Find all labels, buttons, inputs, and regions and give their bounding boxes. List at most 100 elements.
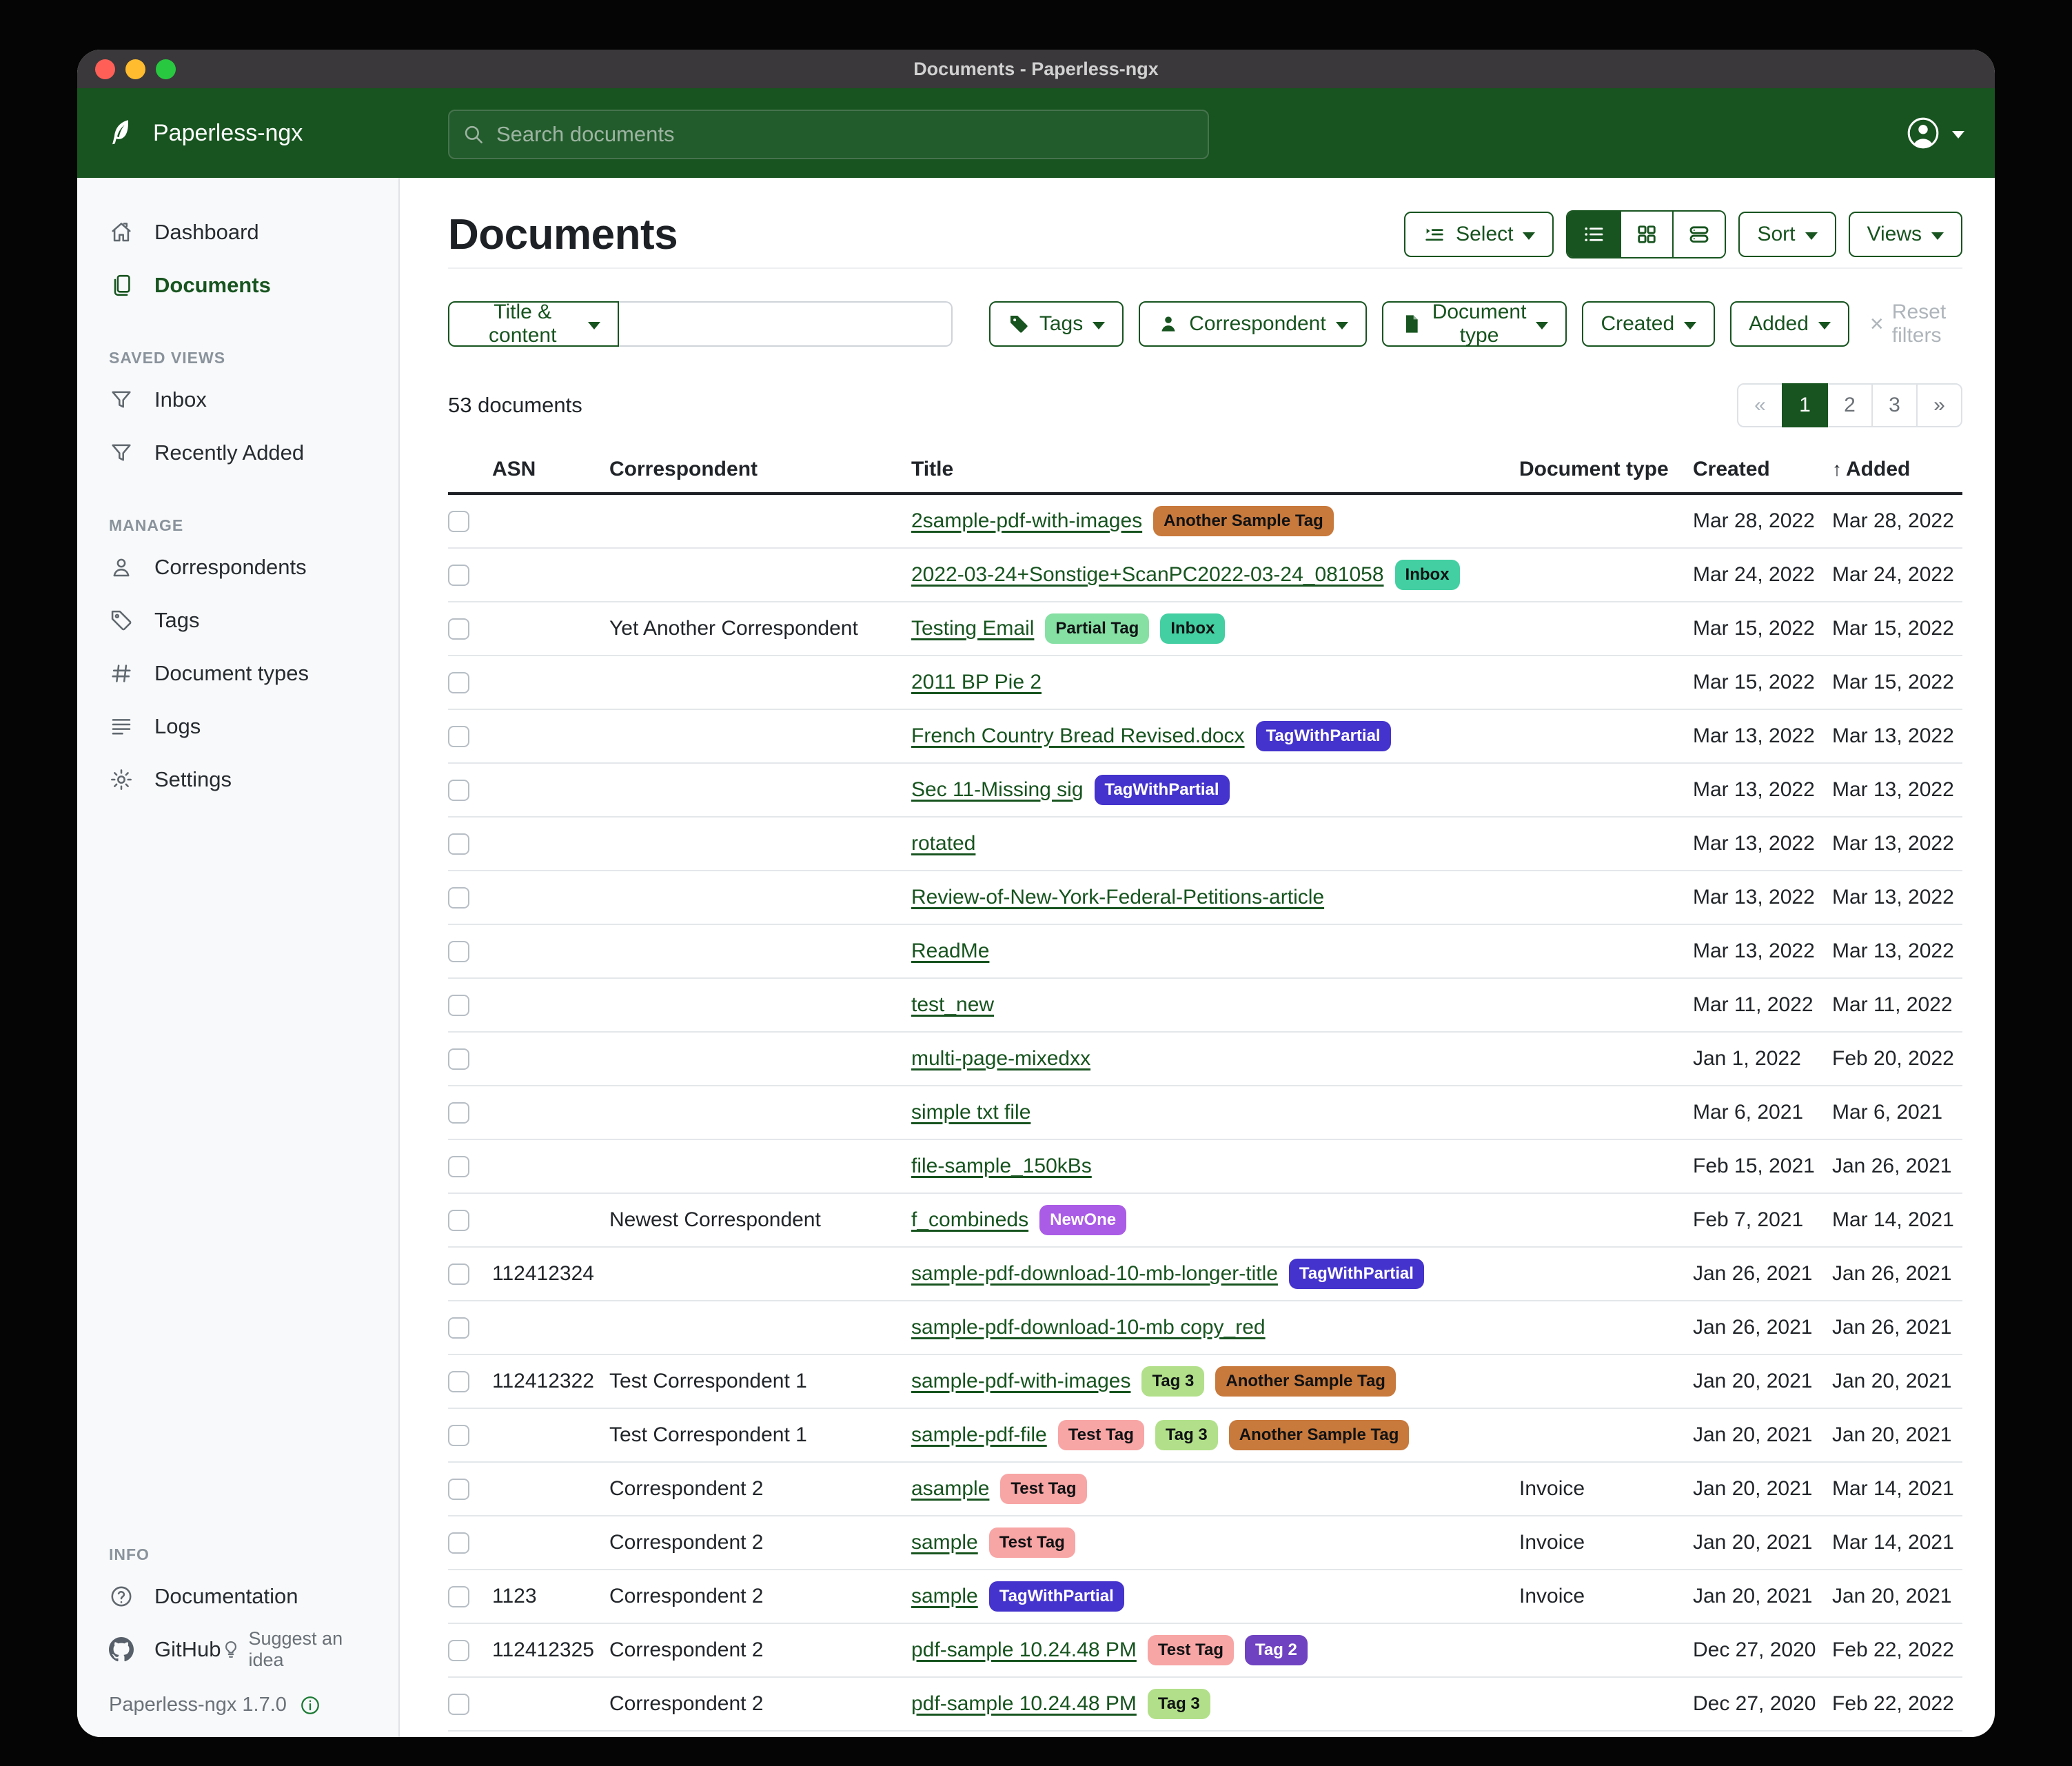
tag-badge[interactable]: Another Sample Tag: [1215, 1366, 1396, 1397]
row-checkbox[interactable]: [448, 1371, 469, 1392]
row-checkbox[interactable]: [448, 726, 469, 747]
filter-text-input[interactable]: [619, 301, 953, 347]
row-checkbox[interactable]: [448, 1586, 469, 1607]
tag-badge[interactable]: Test Tag: [1148, 1635, 1234, 1665]
row-checkbox[interactable]: [448, 618, 469, 640]
global-search[interactable]: [448, 110, 1209, 159]
tag-badge[interactable]: Another Sample Tag: [1229, 1420, 1410, 1450]
document-title-link[interactable]: pdf-sample 10.24.48 PM: [911, 1638, 1137, 1662]
header-asn[interactable]: ASN: [492, 451, 609, 494]
document-title-link[interactable]: Testing Email: [911, 617, 1034, 640]
tag-badge[interactable]: Test Tag: [989, 1528, 1075, 1558]
user-menu[interactable]: [1905, 115, 1964, 151]
minimize-window-button[interactable]: [125, 59, 145, 79]
sidebar-item-github[interactable]: GitHub: [77, 1623, 221, 1676]
document-title-link[interactable]: pdf-sample 10.24.48 PM: [911, 1692, 1137, 1716]
document-title-link[interactable]: sample-pdf-download-10-mb copy_red: [911, 1316, 1266, 1339]
header-title[interactable]: Title: [911, 451, 1519, 494]
tag-badge[interactable]: Test Tag: [1058, 1420, 1144, 1450]
header-added[interactable]: ↑Added: [1832, 451, 1962, 494]
sidebar-item-documentation[interactable]: Documentation: [77, 1570, 398, 1623]
select-button[interactable]: Select: [1404, 212, 1554, 257]
tag-badge[interactable]: Tag 3: [1141, 1366, 1204, 1397]
document-title-link[interactable]: test_new: [911, 993, 994, 1017]
header-doctype[interactable]: Document type: [1519, 451, 1693, 494]
document-title-link[interactable]: ReadMe: [911, 940, 989, 963]
document-title-link[interactable]: simple txt file: [911, 1101, 1030, 1124]
tag-badge[interactable]: TagWithPartial: [989, 1581, 1124, 1612]
tag-badge[interactable]: TagWithPartial: [1289, 1259, 1424, 1289]
reset-filters-button[interactable]: × Reset filters: [1870, 301, 1962, 347]
row-checkbox[interactable]: [448, 780, 469, 801]
views-button[interactable]: Views: [1849, 212, 1962, 257]
row-checkbox[interactable]: [448, 1317, 469, 1339]
sidebar-item-inbox[interactable]: Inbox: [77, 373, 398, 426]
sidebar-item-recently-added[interactable]: Recently Added: [77, 426, 398, 479]
suggest-idea-link[interactable]: Suggest an idea: [221, 1628, 378, 1671]
row-checkbox[interactable]: [448, 995, 469, 1016]
document-title-link[interactable]: sample: [911, 1531, 978, 1554]
tag-badge[interactable]: Test Tag: [1000, 1474, 1086, 1504]
sort-button[interactable]: Sort: [1738, 212, 1836, 257]
tag-badge[interactable]: NewOne: [1039, 1205, 1126, 1235]
close-window-button[interactable]: [95, 59, 115, 79]
view-details-button[interactable]: [1672, 212, 1725, 257]
document-title-link[interactable]: multi-page-mixedxx: [911, 1047, 1090, 1070]
sidebar-item-documents[interactable]: Documents: [77, 258, 398, 312]
tag-badge[interactable]: TagWithPartial: [1095, 775, 1230, 805]
row-checkbox[interactable]: [448, 1640, 469, 1661]
sidebar-item-logs[interactable]: Logs: [77, 700, 398, 753]
row-checkbox[interactable]: [448, 1479, 469, 1500]
tag-badge[interactable]: Another Sample Tag: [1153, 506, 1334, 536]
sidebar-item-settings[interactable]: Settings: [77, 753, 398, 806]
filter-correspondent-button[interactable]: Correspondent: [1139, 301, 1366, 347]
row-checkbox[interactable]: [448, 1102, 469, 1124]
tag-badge[interactable]: Partial Tag: [1045, 613, 1149, 644]
sidebar-item-correspondents[interactable]: Correspondents: [77, 540, 398, 593]
row-checkbox[interactable]: [448, 1425, 469, 1446]
page-button-prev[interactable]: «: [1737, 383, 1783, 427]
document-title-link[interactable]: sample-pdf-file: [911, 1423, 1047, 1447]
sidebar-item-document-types[interactable]: Document types: [77, 647, 398, 700]
page-button-3[interactable]: 3: [1871, 383, 1918, 427]
sidebar-item-tags[interactable]: Tags: [77, 593, 398, 647]
document-title-link[interactable]: f_combineds: [911, 1208, 1028, 1232]
filter-created-button[interactable]: Created: [1582, 301, 1715, 347]
sidebar-item-dashboard[interactable]: Dashboard: [77, 205, 398, 258]
row-checkbox[interactable]: [448, 1694, 469, 1715]
header-correspondent[interactable]: Correspondent: [609, 451, 911, 494]
page-button-1[interactable]: 1: [1782, 383, 1828, 427]
row-checkbox[interactable]: [448, 1532, 469, 1554]
document-title-link[interactable]: sample: [911, 1585, 978, 1608]
document-title-link[interactable]: sample-pdf-with-images: [911, 1370, 1130, 1393]
row-checkbox[interactable]: [448, 887, 469, 909]
row-checkbox[interactable]: [448, 565, 469, 586]
document-title-link[interactable]: 2011 BP Pie 2: [911, 671, 1042, 694]
search-input[interactable]: [495, 121, 1195, 148]
tag-badge[interactable]: Tag 2: [1245, 1635, 1308, 1665]
row-checkbox[interactable]: [448, 672, 469, 693]
header-created[interactable]: Created: [1693, 451, 1832, 494]
row-checkbox[interactable]: [448, 511, 469, 532]
view-list-button[interactable]: [1567, 212, 1620, 257]
page-button-2[interactable]: 2: [1827, 383, 1873, 427]
app-logo[interactable]: Paperless-ngx: [108, 117, 303, 149]
zoom-window-button[interactable]: [156, 59, 176, 79]
tag-badge[interactable]: Inbox: [1395, 560, 1460, 590]
document-title-link[interactable]: Review-of-New-York-Federal-Petitions-art…: [911, 886, 1324, 909]
document-title-link[interactable]: Sec 11-Missing sig: [911, 778, 1084, 802]
filter-doctype-button[interactable]: Document type: [1382, 301, 1567, 347]
document-title-link[interactable]: 2022-03-24+Sonstige+ScanPC2022-03-24_081…: [911, 563, 1384, 587]
row-checkbox[interactable]: [448, 1156, 469, 1177]
tag-badge[interactable]: Tag 3: [1148, 1689, 1210, 1719]
page-button-next[interactable]: »: [1916, 383, 1962, 427]
filter-field-button[interactable]: Title & content: [448, 301, 619, 347]
document-title-link[interactable]: rotated: [911, 832, 975, 855]
document-title-link[interactable]: file-sample_150kBs: [911, 1155, 1092, 1178]
tag-badge[interactable]: Inbox: [1160, 613, 1225, 644]
document-title-link[interactable]: asample: [911, 1477, 989, 1501]
tag-badge[interactable]: TagWithPartial: [1256, 721, 1391, 751]
document-title-link[interactable]: 2sample-pdf-with-images: [911, 509, 1142, 533]
filter-tags-button[interactable]: Tags: [989, 301, 1124, 347]
row-checkbox[interactable]: [448, 1263, 469, 1285]
